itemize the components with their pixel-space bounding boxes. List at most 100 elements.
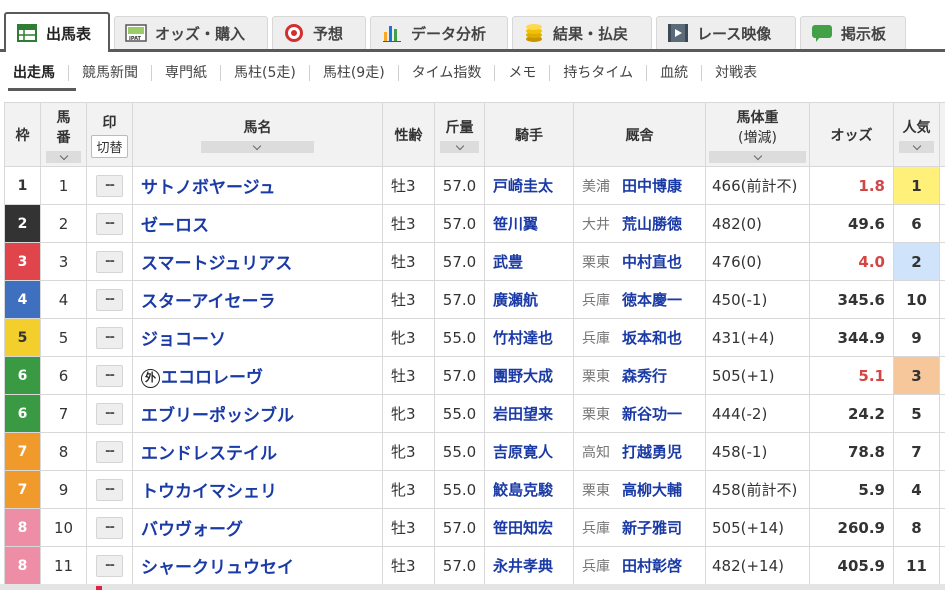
mark-select-button[interactable]: -- (96, 288, 123, 311)
tab-bulletin-board[interactable]: 掲示板 (800, 16, 906, 49)
odds-cell: 49.6 (809, 204, 894, 243)
header-body-weight[interactable]: 馬体重 (増減) (705, 102, 810, 167)
jockey-link[interactable]: 廣瀬航 (493, 291, 538, 309)
waku-cell: 8 (4, 546, 41, 585)
odds-cell: 5.1 (809, 356, 894, 395)
subnav-keiba-shinbun[interactable]: 競馬新聞 (69, 65, 152, 81)
trainer-link[interactable]: 中村直也 (622, 253, 682, 271)
subnav-shutsuba[interactable]: 出走馬 (0, 65, 69, 81)
tab-shutsubahyo[interactable]: 出馬表 (4, 12, 110, 52)
trainer-link[interactable]: 新子雅司 (622, 519, 682, 537)
mark-select-button[interactable]: -- (96, 516, 123, 539)
jockey-link[interactable]: 笹田知宏 (493, 519, 553, 537)
sort-chevron-icon[interactable] (45, 150, 82, 163)
horse-name-link[interactable]: シャークリュウセイ (141, 558, 294, 578)
header-kinryo[interactable]: 斤量 (434, 102, 485, 167)
trainer-link[interactable]: 田中博康 (622, 177, 682, 195)
stable-cell: 栗東 中村直也 (573, 242, 706, 281)
sort-chevron-icon[interactable] (440, 140, 479, 153)
horse-name-link[interactable]: ゼーロス (141, 216, 209, 236)
table-row: 3 3 -- スマートジュリアス 牡3 57.0 武豊 栗東 中村直也 476(0) 4.0 2 (4, 242, 945, 281)
subnav-senmonshi[interactable]: 専門紙 (152, 65, 221, 81)
mark-select-button[interactable]: -- (96, 250, 123, 273)
horse-name-link[interactable]: エンドレステイル (141, 444, 277, 464)
mark-select-button[interactable]: -- (96, 440, 123, 463)
umaban-cell: 9 (40, 470, 87, 509)
horse-name-link[interactable]: サトノボヤージュ (141, 178, 275, 198)
header-name[interactable]: 馬名 (132, 102, 383, 167)
tab-odds-purchase[interactable]: IPAT オッズ・購入 (114, 16, 268, 49)
header-popularity[interactable]: 人気 (893, 102, 940, 167)
trainer-link[interactable]: 田村彰啓 (622, 557, 682, 575)
horse-name-cell: サトノボヤージュ (132, 166, 383, 205)
waku-cell: 7 (4, 432, 41, 471)
horse-name-link[interactable]: エブリーポッシブル (141, 406, 294, 426)
jockey-link[interactable]: 戸崎圭太 (493, 177, 553, 195)
mark-select-button[interactable]: -- (96, 554, 123, 577)
horse-name-link[interactable]: ジョコーソ (141, 330, 226, 350)
tab-label: レース映像 (697, 24, 772, 43)
subnav-memo[interactable]: メモ (495, 65, 551, 81)
jockey-link[interactable]: 永井孝典 (493, 557, 553, 575)
bottom-scroll-bar[interactable] (0, 584, 945, 590)
jockey-link[interactable]: 岩田望来 (493, 405, 553, 423)
tab-yoso[interactable]: 予想 (272, 16, 366, 49)
subnav-umabashira-5[interactable]: 馬柱(5走) (221, 65, 310, 81)
subnav-pedigree[interactable]: 血統 (647, 65, 703, 81)
stable-region: 栗東 (582, 255, 610, 271)
jockey-link[interactable]: 吉原寛人 (493, 443, 553, 461)
mark-select-button[interactable]: -- (96, 174, 123, 197)
mark-select-button[interactable]: -- (96, 364, 123, 387)
jockey-cell: 團野大成 (484, 356, 574, 395)
subnav-umabashira-9[interactable]: 馬柱(9走) (310, 65, 399, 81)
trainer-link[interactable]: 森秀行 (622, 367, 667, 385)
trainer-link[interactable]: 打越勇児 (622, 443, 682, 461)
trainer-link[interactable]: 荒山勝徳 (622, 215, 682, 233)
tab-race-video[interactable]: レース映像 (656, 16, 796, 49)
row-filler (939, 242, 945, 281)
sort-chevron-icon[interactable] (898, 140, 935, 153)
mark-select-button[interactable]: -- (96, 402, 123, 425)
header-umaban[interactable]: 馬 番 (40, 102, 87, 167)
horse-name-link[interactable]: バウヴォーグ (141, 520, 243, 540)
stable-region: 大井 (582, 217, 610, 233)
trainer-link[interactable]: 新谷功一 (622, 405, 682, 423)
trainer-link[interactable]: 高柳大輔 (622, 481, 682, 499)
sort-chevron-icon[interactable] (709, 150, 806, 163)
foreign-horse-badge: 外 (141, 369, 160, 388)
tab-result-payout[interactable]: 結果・払戻 (512, 16, 652, 49)
jockey-link[interactable]: 鮫島克駿 (493, 481, 553, 499)
jockey-link[interactable]: 笹川翼 (493, 215, 538, 233)
subnav-mochi-time[interactable]: 持ちタイム (550, 65, 648, 81)
entry-table-body: 1 1 -- サトノボヤージュ 牡3 57.0 戸崎圭太 美浦 田中博康 466(前計不) 1.8 1… (4, 166, 945, 585)
sex-age-cell: 牡3 (382, 356, 435, 395)
trainer-link[interactable]: 徳本慶一 (622, 291, 682, 309)
kinryo-cell: 57.0 (434, 166, 485, 205)
waku-cell: 5 (4, 318, 41, 357)
tab-data-analysis[interactable]: データ分析 (370, 16, 508, 49)
jockey-link[interactable]: 竹村達也 (493, 329, 553, 347)
horse-name-link[interactable]: エコロレーヴ (161, 368, 263, 388)
header-stable: 厩舎 (573, 102, 706, 167)
mark-select-button[interactable]: -- (96, 326, 123, 349)
odds-cell: 405.9 (809, 546, 894, 585)
trainer-link[interactable]: 坂本和也 (622, 329, 682, 347)
horse-name-link[interactable]: トウカイマシェリ (141, 482, 277, 502)
mark-cell: -- (86, 394, 133, 433)
horse-name-link[interactable]: スマートジュリアス (141, 254, 292, 274)
jockey-cell: 笹田知宏 (484, 508, 574, 547)
stable-cell: 兵庫 田村彰啓 (573, 546, 706, 585)
umaban-cell: 1 (40, 166, 87, 205)
subnav-time-index[interactable]: タイム指数 (399, 65, 496, 81)
sort-chevron-icon[interactable] (201, 140, 314, 153)
subnav-head-to-head[interactable]: 対戦表 (702, 65, 770, 81)
jockey-link[interactable]: 團野大成 (493, 367, 553, 385)
jockey-link[interactable]: 武豊 (493, 253, 523, 271)
mark-switch-button[interactable]: 切替 (91, 134, 128, 158)
target-icon (283, 23, 305, 43)
mark-select-button[interactable]: -- (96, 478, 123, 501)
mark-select-button[interactable]: -- (96, 212, 123, 235)
coins-icon (523, 23, 545, 43)
umaban-cell: 10 (40, 508, 87, 547)
horse-name-link[interactable]: スターアイセーラ (141, 292, 275, 312)
